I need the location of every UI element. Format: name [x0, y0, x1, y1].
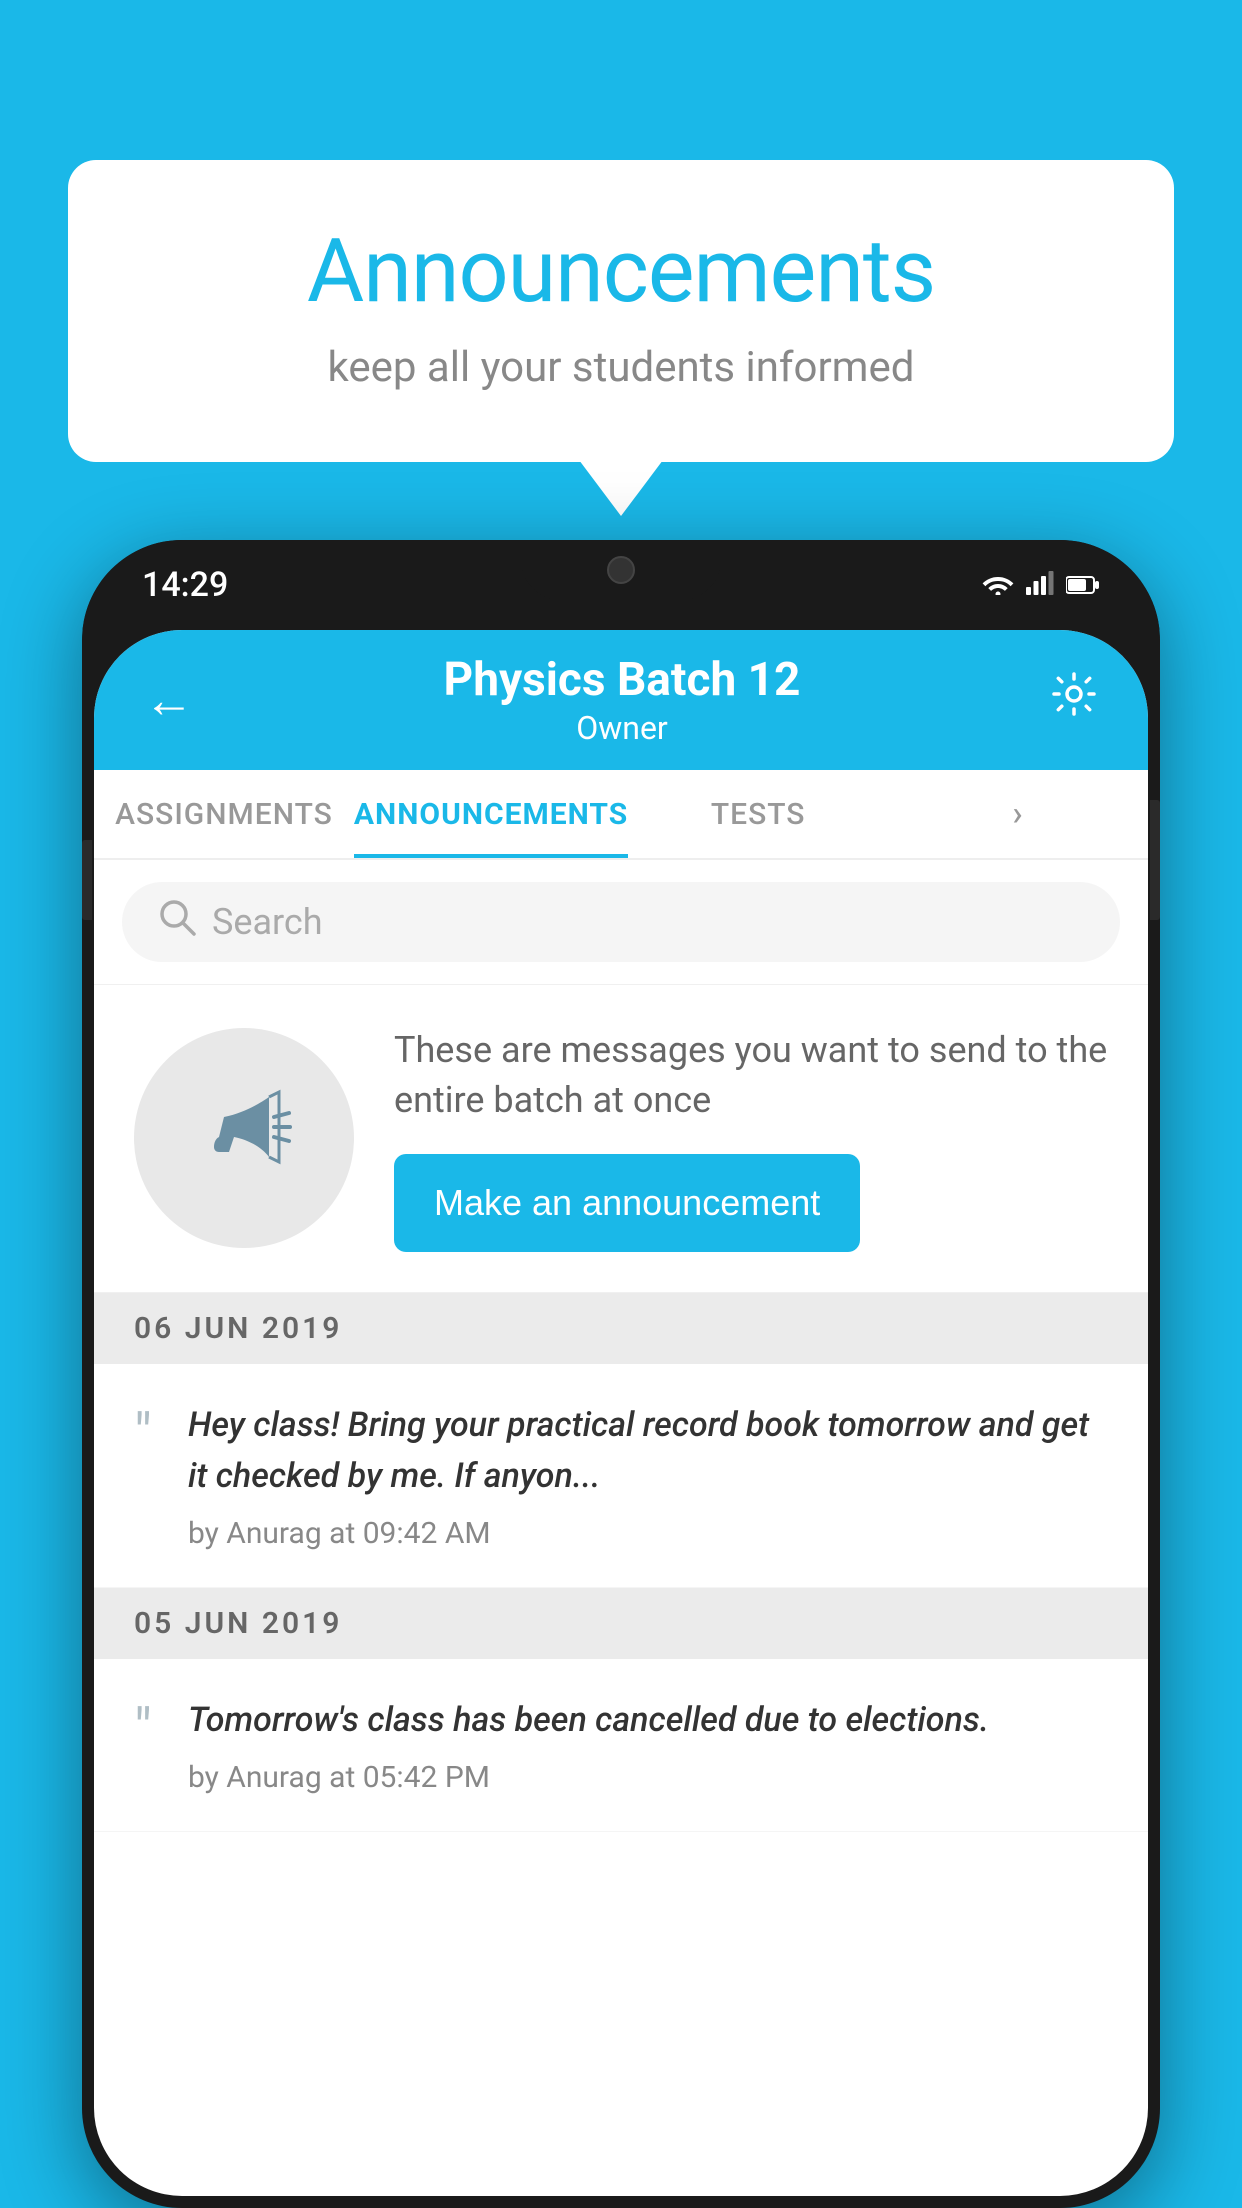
tabs-bar: ASSIGNMENTS ANNOUNCEMENTS TESTS › [94, 770, 1148, 860]
volume-button-right [1150, 800, 1160, 920]
announcement-content-2: Tomorrow's class has been cancelled due … [188, 1695, 1108, 1795]
speech-bubble-title: Announcements [128, 220, 1114, 323]
announcement-description: These are messages you want to send to t… [394, 1025, 1108, 1126]
announcement-meta-1: by Anurag at 09:42 AM [188, 1516, 1108, 1551]
speech-bubble-container: Announcements keep all your students inf… [68, 160, 1174, 462]
megaphone-icon [194, 1077, 294, 1199]
quote-icon-2: " [134, 1701, 152, 1757]
announcement-item-1[interactable]: " Hey class! Bring your practical record… [94, 1364, 1148, 1588]
speech-bubble: Announcements keep all your students inf… [68, 160, 1174, 462]
header-title: Physics Batch 12 [444, 653, 801, 707]
announcement-meta-2: by Anurag at 05:42 PM [188, 1760, 1108, 1795]
search-placeholder: Search [212, 901, 323, 943]
app-header: ← Physics Batch 12 Owner [94, 630, 1148, 770]
volume-button-left [82, 840, 92, 920]
announcement-cta: These are messages you want to send to t… [94, 985, 1148, 1293]
signal-icon [1026, 569, 1054, 602]
back-button[interactable]: ← [144, 671, 194, 730]
camera-lens [607, 556, 635, 584]
tab-assignments[interactable]: ASSIGNMENTS [94, 770, 354, 858]
announcement-cta-right: These are messages you want to send to t… [394, 1025, 1108, 1252]
battery-icon [1066, 569, 1100, 602]
announcement-text-1: Hey class! Bring your practical record b… [188, 1400, 1108, 1502]
make-announcement-button[interactable]: Make an announcement [394, 1154, 860, 1252]
wifi-icon [982, 569, 1014, 602]
date-separator-1: 06 JUN 2019 [94, 1293, 1148, 1364]
date-separator-2: 05 JUN 2019 [94, 1588, 1148, 1659]
announcement-item-2[interactable]: " Tomorrow's class has been cancelled du… [94, 1659, 1148, 1832]
search-icon [158, 898, 196, 946]
status-time: 14:29 [142, 565, 228, 605]
phone-screen: ← Physics Batch 12 Owner ASSIGNMENTS ANN… [94, 630, 1148, 2196]
announcement-icon-circle [134, 1028, 354, 1248]
tab-tests[interactable]: TESTS [628, 770, 888, 858]
phone-frame: 14:29 [82, 540, 1160, 2208]
search-container: Search [94, 860, 1148, 985]
search-bar[interactable]: Search [122, 882, 1120, 962]
quote-icon: " [134, 1406, 152, 1462]
tab-more[interactable]: › [888, 770, 1148, 858]
speech-bubble-subtitle: keep all your students informed [128, 343, 1114, 392]
status-icons [982, 569, 1100, 602]
header-subtitle: Owner [444, 709, 801, 747]
status-bar: 14:29 [82, 540, 1160, 630]
announcement-text-2: Tomorrow's class has been cancelled due … [188, 1695, 1108, 1746]
announcement-content-1: Hey class! Bring your practical record b… [188, 1400, 1108, 1551]
phone-notch [521, 540, 721, 600]
settings-button[interactable] [1050, 670, 1098, 730]
tab-announcements[interactable]: ANNOUNCEMENTS [354, 770, 628, 858]
header-center: Physics Batch 12 Owner [444, 653, 801, 747]
